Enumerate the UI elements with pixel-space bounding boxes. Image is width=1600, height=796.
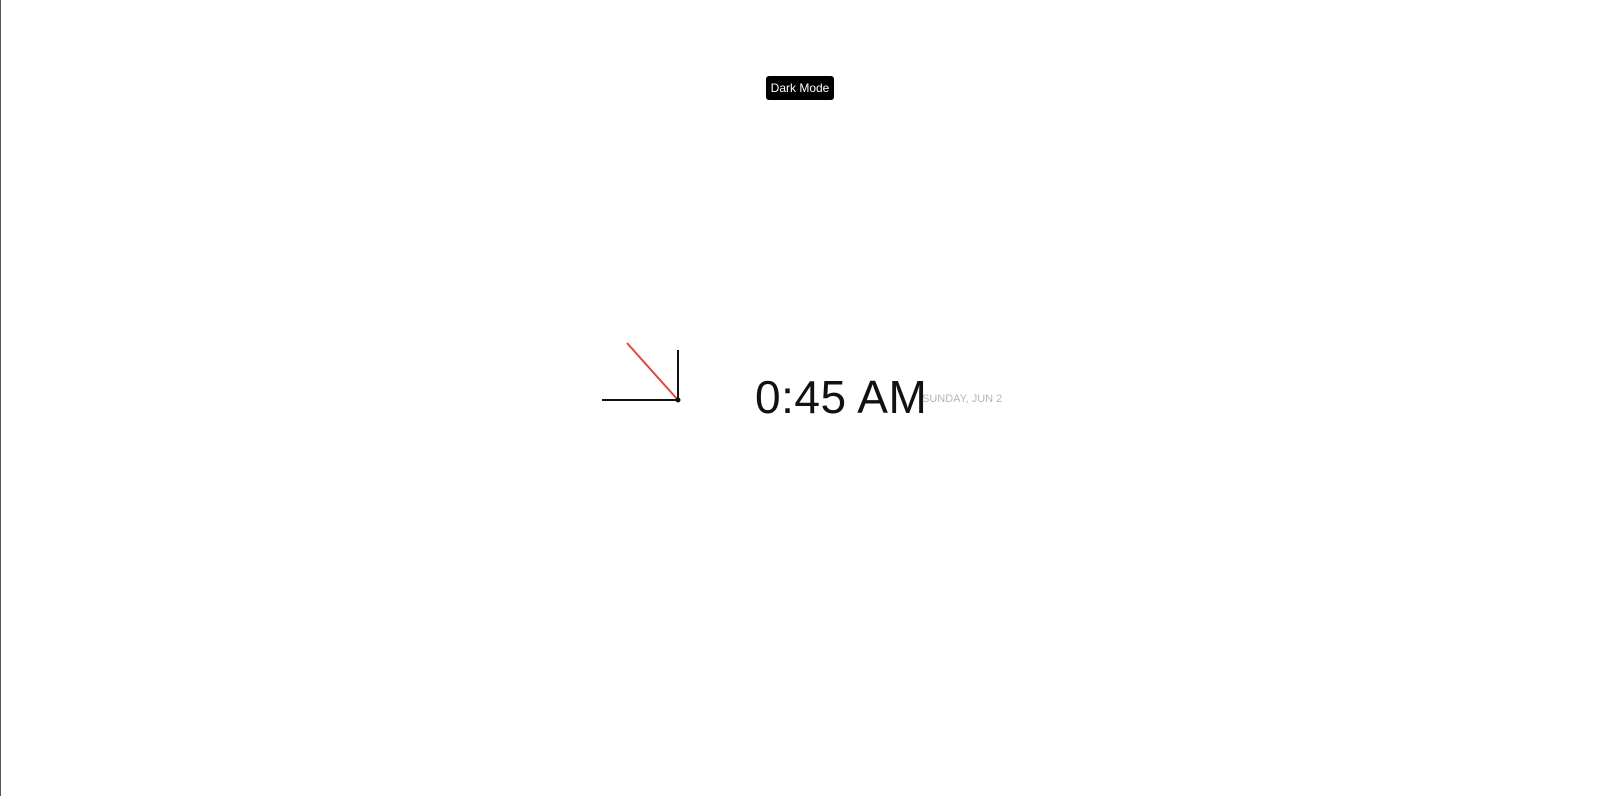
second-hand — [626, 342, 679, 401]
analog-clock — [560, 330, 700, 410]
analog-clock-svg — [602, 342, 681, 403]
dark-mode-button[interactable]: Dark Mode — [766, 76, 834, 100]
clock-page: Dark Mode 0:45 AM SUNDAY, JUN 2 — [0, 0, 1600, 796]
clock-center-dot — [675, 397, 681, 403]
digital-time: 0:45 AM — [755, 371, 928, 423]
date-label: SUNDAY, JUN 2 — [922, 393, 1003, 405]
left-edge-divider — [0, 0, 1, 796]
